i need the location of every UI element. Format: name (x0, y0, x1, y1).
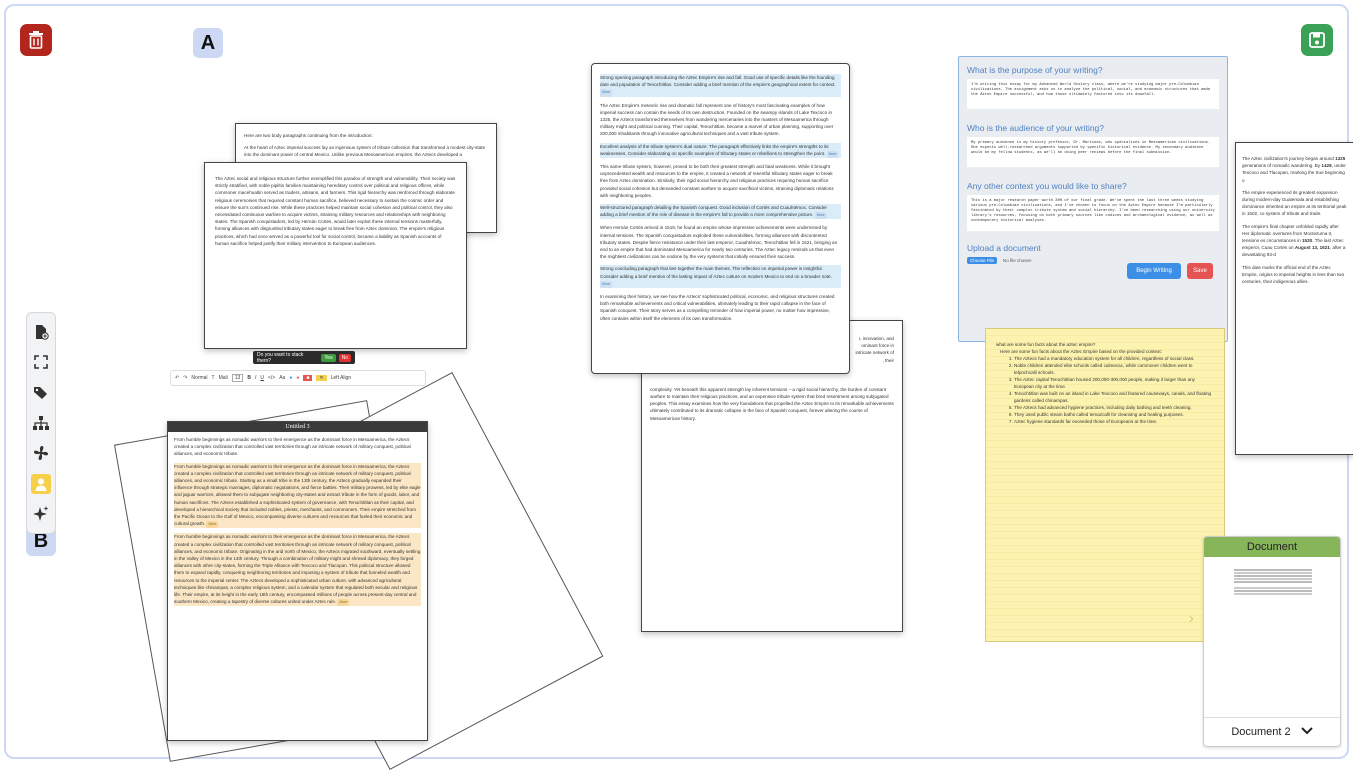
highlight-paragraph: From humble beginnings as nomadic warrio… (174, 533, 421, 607)
context-form: What is the purpose of your writing? I'm… (958, 56, 1228, 342)
doc-paragraph: In examining their history, we see how t… (600, 294, 835, 321)
stack-prompt-text: Do you want to stack them? (257, 351, 304, 364)
more-tag[interactable]: More (600, 280, 612, 289)
doc-paragraph: When Hernán Cortés arrived in 1519, he f… (600, 225, 838, 260)
trash-icon (29, 31, 43, 49)
more-tag[interactable]: More (600, 89, 612, 97)
font-icon: T (211, 375, 215, 381)
user-red-icon[interactable]: ● (296, 375, 299, 381)
add-document-icon[interactable] (31, 322, 51, 342)
doc-paragraph: This date marks the official end of the … (1242, 264, 1345, 285)
note-intro: Here are some fun facts about the Aztec … (1000, 349, 1162, 354)
note-item: Tenochtitlan was built on an island in L… (1014, 390, 1214, 404)
feedback-highlight: Strong opening paragraph introducing the… (600, 74, 841, 97)
user-blue-icon[interactable]: ● (289, 375, 292, 381)
doc-paragraph: The empire's final chapter unfolded rapi… (1242, 223, 1346, 258)
document-select[interactable]: Document 2 (1204, 717, 1340, 746)
choose-file-button[interactable]: Choose File (967, 257, 998, 264)
doc-paragraph: This same tribute system, however, prove… (600, 164, 834, 198)
audience-question: Who is the audience of your writing? (967, 123, 1105, 133)
highlight-paragraph: From humble beginnings as nomadic warrio… (174, 462, 421, 529)
feedback-highlight: Well-structured paragraph detailing the … (600, 204, 841, 220)
save-icon-button[interactable] (1301, 24, 1333, 56)
bold-icon[interactable]: B (247, 375, 251, 381)
begin-writing-button[interactable]: Begin Writing (1127, 263, 1181, 279)
more-tag[interactable]: More (337, 599, 350, 607)
note-item: The Aztecs had a mandatory education sys… (1014, 355, 1214, 362)
stack-no-button[interactable]: No (338, 353, 351, 362)
paragraph-style-select[interactable]: Normal (191, 375, 207, 381)
fan-icon[interactable] (31, 443, 51, 463)
doc-paragraph: From humble beginnings as nomadic warrio… (174, 437, 411, 457)
doc-paragraph: complexity. Yet beneath this apparent st… (650, 386, 894, 421)
context-answer[interactable]: This is a major research paper worth 30%… (967, 195, 1219, 231)
chat-note[interactable]: what are some fun facts about the aztec … (985, 328, 1225, 642)
doc-line: At the heart of Aztec imperial success l… (244, 145, 486, 158)
sparkle-icon[interactable] (31, 504, 51, 524)
purpose-question: What is the purpose of your writing? (967, 65, 1103, 75)
italic-icon[interactable]: I (255, 375, 256, 381)
fullscreen-icon[interactable] (31, 352, 51, 372)
untitled-document[interactable]: Untitled 3 From humble beginnings as nom… (167, 421, 428, 741)
doc-line: Here are two body paragraphs continuing … (244, 133, 373, 138)
note-item: Aztec hygiene standards far exceeded tho… (1014, 418, 1214, 425)
note-item: Noble children attended elite schools ca… (1014, 362, 1214, 376)
redo-icon[interactable]: ↷ (183, 375, 187, 381)
document-title: Untitled 3 (168, 422, 427, 432)
note-prompt: what are some fun facts about the aztec … (996, 342, 1096, 347)
more-tag[interactable]: More (206, 521, 219, 529)
note-item: The Aztecs had advanced hygiene practice… (1014, 404, 1214, 411)
underline-icon[interactable]: U (260, 375, 264, 381)
delete-button[interactable] (20, 24, 52, 56)
doc-paragraph: The Aztec social and religious structure… (215, 176, 456, 246)
floppy-disk-icon (1309, 32, 1325, 48)
format-toolbar: ↶ ↷ Normal T Mali 13 B I U </> Aa ● ● ■ … (170, 370, 426, 386)
delete-red-icon[interactable]: ■ (303, 375, 313, 381)
undo-icon[interactable]: ↶ (175, 375, 179, 381)
text-case-icon[interactable]: Aa (279, 375, 285, 381)
purpose-answer[interactable]: I'm writing this essay for my Advanced W… (967, 79, 1219, 109)
doc-paragraph: The Aztec civilization's journey began a… (1242, 156, 1346, 183)
doc-paragraph: The Aztec Empire's meteoric rise and dra… (600, 102, 834, 137)
more-tag[interactable]: More (826, 150, 839, 159)
no-file-text: No file chosen (1003, 258, 1032, 263)
form-save-button[interactable]: Save (1187, 263, 1213, 279)
note-item: The Aztec capital Tenochtitlan housed 20… (1014, 376, 1214, 390)
document-card-front[interactable]: The Aztec social and religious structure… (204, 162, 467, 349)
marker-a: A (193, 28, 223, 58)
document-card-title: Document (1204, 537, 1340, 557)
left-toolbar (26, 312, 56, 534)
stack-yes-button[interactable]: Yes (321, 353, 336, 362)
upload-label: Upload a document (967, 243, 1041, 253)
document-card-right[interactable]: The Aztec civilization's journey began a… (1235, 142, 1353, 455)
close-yellow-icon[interactable]: ✕ (316, 375, 327, 381)
document-selector-card: Document Document 2 (1203, 536, 1341, 747)
note-item: They used public steam baths called tema… (1014, 411, 1214, 418)
context-question: Any other context you would like to shar… (967, 181, 1127, 191)
code-icon[interactable]: </> (268, 375, 275, 381)
stack-prompt: Do you want to stack them? Yes No (253, 351, 355, 364)
document-thumbnail[interactable] (1234, 569, 1312, 629)
tags-icon[interactable] (31, 383, 51, 403)
user-icon[interactable] (31, 473, 51, 494)
chevron-down-icon[interactable] (1300, 726, 1313, 738)
more-tag[interactable]: More (814, 212, 827, 220)
font-size-select[interactable]: 13 (231, 374, 244, 382)
feedback-highlight: Strong concluding paragraph that ties to… (600, 265, 841, 289)
feedback-highlight: Excellent analysis of the tribute system… (600, 142, 841, 159)
selected-document: Document 2 (1231, 726, 1291, 738)
audience-answer[interactable]: My primary audience is my history profes… (967, 137, 1219, 167)
align-select[interactable]: Left Align (331, 375, 352, 381)
document-card-feedback[interactable]: Strong opening paragraph introducing the… (591, 63, 850, 374)
doc-paragraph: The empire experienced its greatest expa… (1242, 189, 1347, 217)
chevron-right-icon[interactable]: › (1189, 611, 1194, 627)
font-family-select[interactable]: Mali (219, 375, 228, 381)
hierarchy-icon[interactable] (31, 413, 51, 433)
